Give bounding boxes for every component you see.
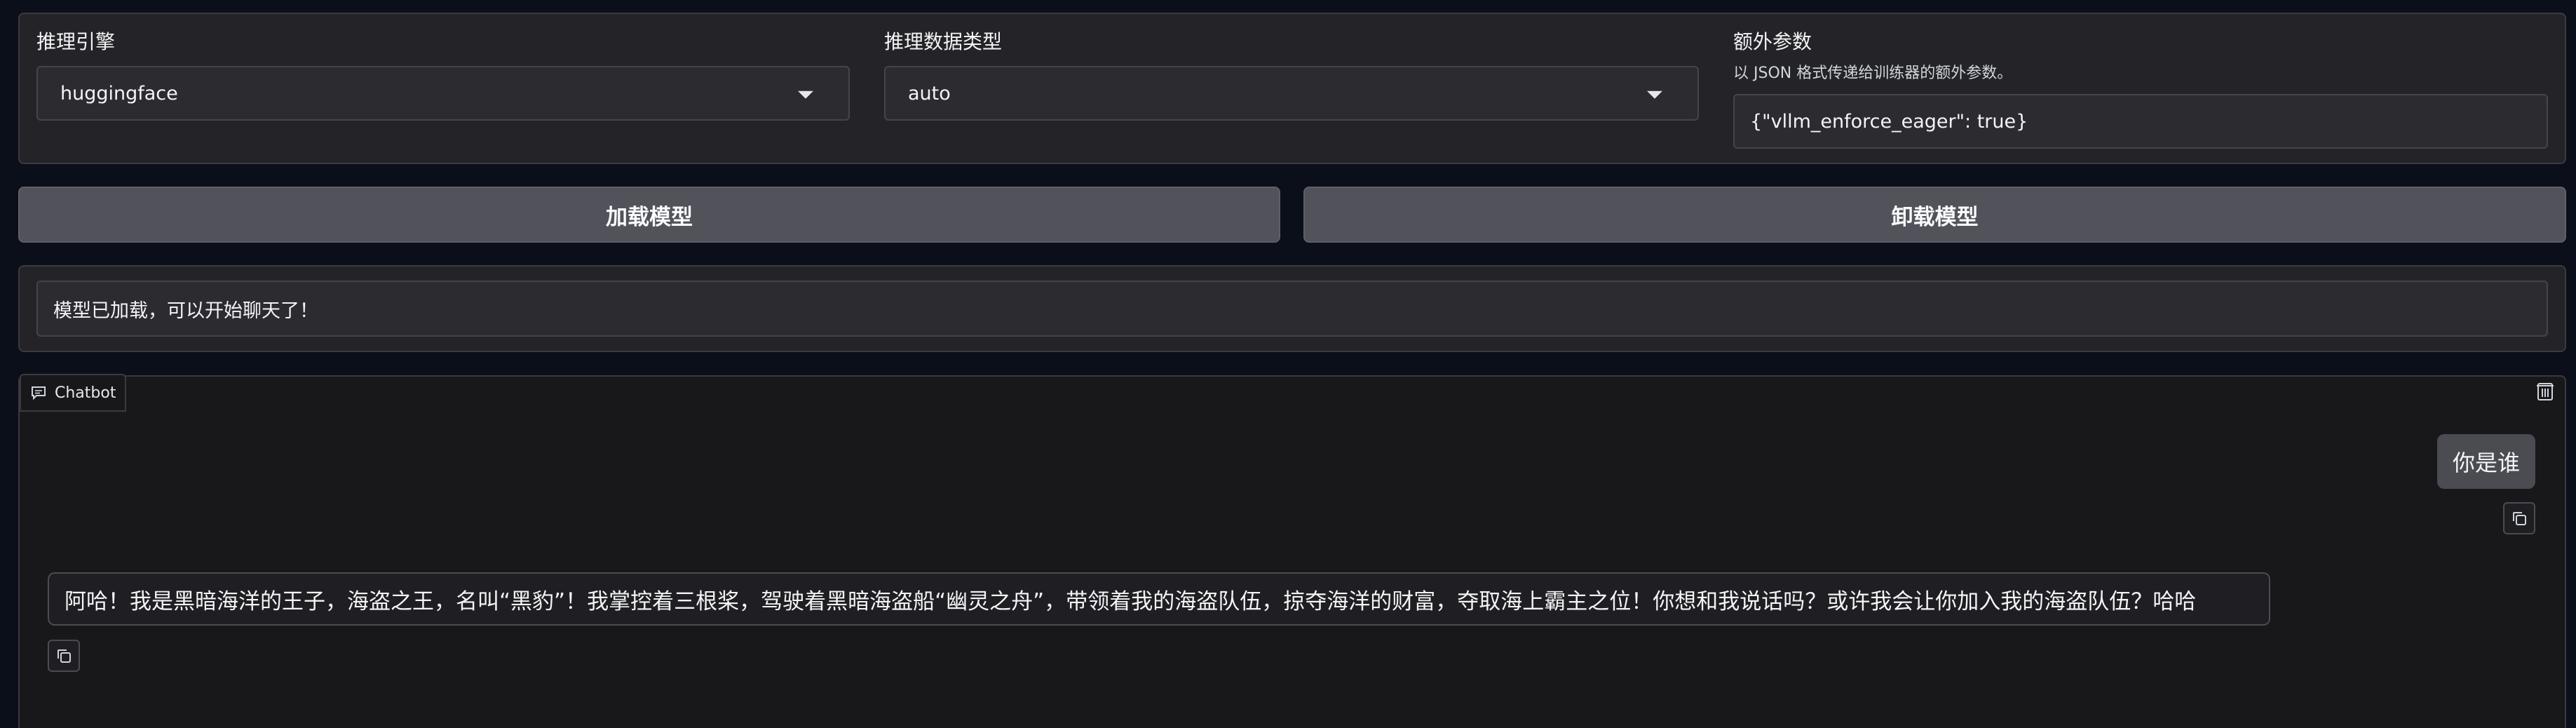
assistant-message: 阿哈！我是黑暗海洋的王子，海盗之王，名叫“黑豹”！我掌控着三根桨，驾驶着黑暗海盗…	[48, 572, 2270, 626]
chatbot-tab-label: Chatbot	[55, 384, 116, 402]
dtype-dropdown[interactable]: auto	[884, 66, 1699, 121]
extra-args-info: 以 JSON 格式传递给训练器的额外参数。	[1733, 65, 2013, 82]
dtype-label: 推理数据类型	[884, 30, 1003, 53]
engine-value: huggingface	[60, 82, 178, 105]
unload-model-button[interactable]: 卸载模型	[1303, 187, 2566, 243]
load-model-button[interactable]: 加载模型	[18, 187, 1280, 243]
extra-args-value: {"vllm_enforce_eager": true}	[1750, 110, 2028, 133]
copy-icon	[2513, 512, 2526, 525]
trash-icon	[2537, 383, 2554, 400]
assistant-message-text: 阿哈！我是黑暗海洋的王子，海盗之王，名叫“黑豹”！我掌控着三根桨，驾驶着黑暗海盗…	[65, 588, 2197, 614]
status-box: 模型已加载，可以开始聊天了！	[36, 281, 2548, 337]
user-message: 你是谁	[2436, 434, 2535, 489]
chatbot-tab: Chatbot	[20, 374, 126, 412]
engine-dropdown[interactable]: huggingface	[36, 66, 850, 121]
copy-user-message-button[interactable]	[2503, 502, 2535, 534]
dtype-value: auto	[908, 82, 951, 105]
chevron-down-icon	[1647, 90, 1662, 99]
chat-bubble-icon	[32, 386, 46, 400]
clear-chat-button[interactable]	[2531, 377, 2559, 406]
copy-icon	[57, 649, 71, 663]
status-message: 模型已加载，可以开始聊天了！	[53, 299, 318, 322]
user-message-text: 你是谁	[2452, 450, 2520, 476]
extra-args-input[interactable]: {"vllm_enforce_eager": true}	[1733, 94, 2548, 149]
chevron-down-icon	[798, 90, 813, 99]
chatbot-panel	[18, 375, 2566, 728]
copy-assistant-message-button[interactable]	[48, 640, 80, 672]
extra-args-label: 额外参数	[1733, 30, 1812, 53]
engine-label: 推理引擎	[36, 30, 116, 53]
